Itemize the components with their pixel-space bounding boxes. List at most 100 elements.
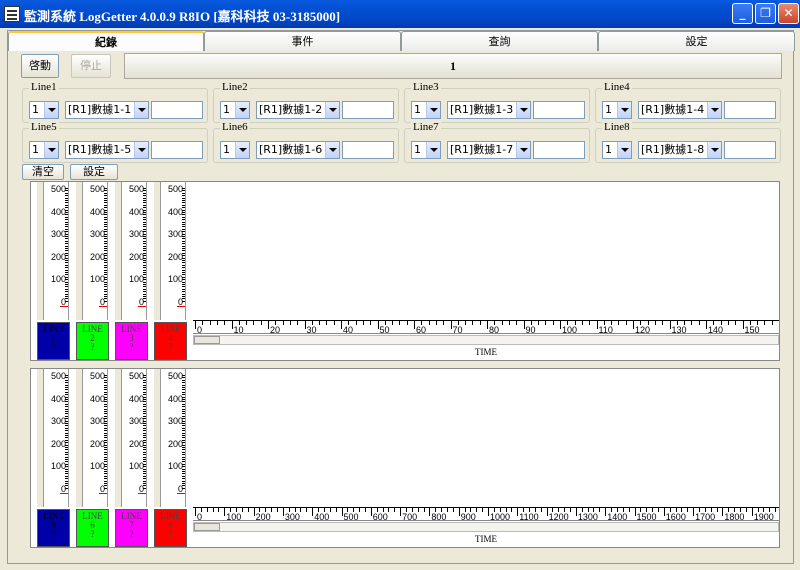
chevron-down-icon[interactable] (707, 102, 721, 118)
chevron-down-icon[interactable] (134, 102, 148, 118)
line-source-select[interactable]: [R1]數據1-4 (638, 101, 722, 119)
chevron-down-icon[interactable] (617, 142, 631, 158)
gauge-minor-tick (104, 406, 107, 408)
line-number-select[interactable]: 1 (29, 141, 59, 159)
axis-minor-tick (206, 508, 208, 512)
tab-settings[interactable]: 設定 (598, 31, 795, 51)
legend-line-7[interactable]: LINE 7? (115, 509, 148, 547)
start-button[interactable]: 啓動 (21, 54, 59, 78)
gauge-minor-tick (143, 379, 146, 381)
gauge-minor-tick (104, 439, 107, 441)
line-value-field[interactable] (724, 101, 776, 119)
line-number-select[interactable]: 1 (411, 141, 441, 159)
legend-value: ? (129, 342, 134, 352)
legend-line-2[interactable]: LINE 2? (76, 322, 109, 360)
legend-line-4[interactable]: LINE 4? (154, 322, 187, 360)
chart-settings-button[interactable]: 設定 (70, 164, 118, 180)
gauge-minor-tick (104, 204, 107, 206)
minimize-button[interactable]: _ (732, 3, 753, 24)
chevron-down-icon[interactable] (235, 102, 249, 118)
close-button[interactable]: ✕ (778, 3, 799, 24)
scroll-thumb[interactable] (194, 523, 220, 531)
gauge-rail (154, 369, 161, 507)
chevron-down-icon[interactable] (617, 102, 631, 118)
axis-tick-label: 1300 (577, 512, 598, 521)
gauge-minor-tick (65, 298, 68, 300)
axis-minor-tick (323, 508, 325, 512)
gauge-minor-tick (65, 276, 68, 278)
axis-minor-tick (441, 508, 443, 512)
line-number-select[interactable]: 1 (411, 101, 441, 119)
line-value-field[interactable] (724, 141, 776, 159)
chevron-down-icon[interactable] (44, 102, 58, 118)
line-number-select[interactable]: 1 (602, 141, 632, 159)
maximize-button[interactable]: ❐ (755, 3, 776, 24)
gauge-minor-tick (65, 478, 68, 480)
line-source-select[interactable]: [R1]數據1-5 (65, 141, 149, 159)
scroll-thumb[interactable] (194, 336, 220, 344)
legend-line-5[interactable]: LINE 5? (37, 509, 70, 547)
chevron-down-icon[interactable] (325, 102, 339, 118)
line-number-select[interactable]: 1 (220, 141, 250, 159)
legend-line-8[interactable]: LINE 8? (154, 509, 187, 547)
gauge-minor-tick (182, 243, 185, 245)
chevron-down-icon[interactable] (426, 142, 440, 158)
axis-major-tick (605, 508, 607, 516)
axis-tick-label: 110 (598, 325, 613, 334)
tab-query[interactable]: 查詢 (401, 31, 598, 51)
line-source-select[interactable]: [R1]數據1-8 (638, 141, 722, 159)
chevron-down-icon[interactable] (325, 142, 339, 158)
chevron-down-icon[interactable] (134, 142, 148, 158)
gauge-minor-tick (182, 487, 185, 489)
axis-minor-tick (294, 508, 296, 512)
gauge-tick-label: 400 (128, 206, 144, 217)
gauge-minor-tick (182, 389, 185, 391)
tab-record[interactable]: 紀錄 (8, 31, 204, 51)
legend-line-6[interactable]: LINE 6? (76, 509, 109, 547)
stop-button[interactable]: 停止 (71, 54, 111, 78)
line-value-field[interactable] (151, 101, 203, 119)
axis-minor-tick (716, 508, 718, 512)
line-number-select[interactable]: 1 (602, 101, 632, 119)
line-source-select[interactable]: [R1]數據1-3 (447, 101, 531, 119)
legend-value: ? (51, 342, 56, 352)
gauge-minor-tick (143, 248, 146, 249)
chevron-down-icon[interactable] (235, 142, 249, 158)
chevron-down-icon[interactable] (44, 142, 58, 158)
line-label: Line5 (29, 121, 59, 133)
gauge-minor-tick (104, 423, 107, 424)
gauge-tick-label: 400 (128, 393, 144, 404)
legend-line-3[interactable]: LINE 3? (115, 322, 148, 360)
gauge-minor-tick (182, 216, 185, 218)
chevron-down-icon[interactable] (707, 142, 721, 158)
time-scrollbar[interactable] (193, 335, 779, 345)
line-number-select[interactable]: 1 (29, 101, 59, 119)
gauge-minor-tick (65, 442, 68, 444)
legend-line-1[interactable]: LINE 1? (37, 322, 70, 360)
axis-major-tick (253, 508, 255, 516)
tab-events[interactable]: 事件 (204, 31, 401, 51)
line-value-field[interactable] (533, 101, 585, 119)
line-value-field[interactable] (342, 141, 394, 159)
clear-button[interactable]: 清空 (22, 164, 64, 180)
gauge-minor-tick (143, 243, 146, 245)
time-scrollbar[interactable] (193, 522, 779, 532)
gauge-minor-tick (65, 255, 68, 257)
line-source-select[interactable]: [R1]數據1-6 (256, 141, 340, 159)
axis-tick-label: 60 (416, 325, 427, 334)
gauge-minor-tick (182, 192, 185, 194)
line-value-field[interactable] (342, 101, 394, 119)
gauge-minor-tick (143, 200, 146, 201)
gauge-minor-tick (104, 478, 107, 480)
chevron-down-icon[interactable] (516, 102, 530, 118)
line-source-select[interactable]: [R1]數據1-1 (65, 101, 149, 119)
line-source-select[interactable]: [R1]數據1-7 (447, 141, 531, 159)
gauge-minor-tick (65, 444, 68, 446)
line-source-select[interactable]: [R1]數據1-2 (256, 101, 340, 119)
chevron-down-icon[interactable] (426, 102, 440, 118)
line-value-field[interactable] (533, 141, 585, 159)
line-value-field[interactable] (151, 141, 203, 159)
axis-minor-tick (687, 508, 689, 512)
chevron-down-icon[interactable] (516, 142, 530, 158)
line-number-select[interactable]: 1 (220, 101, 250, 119)
